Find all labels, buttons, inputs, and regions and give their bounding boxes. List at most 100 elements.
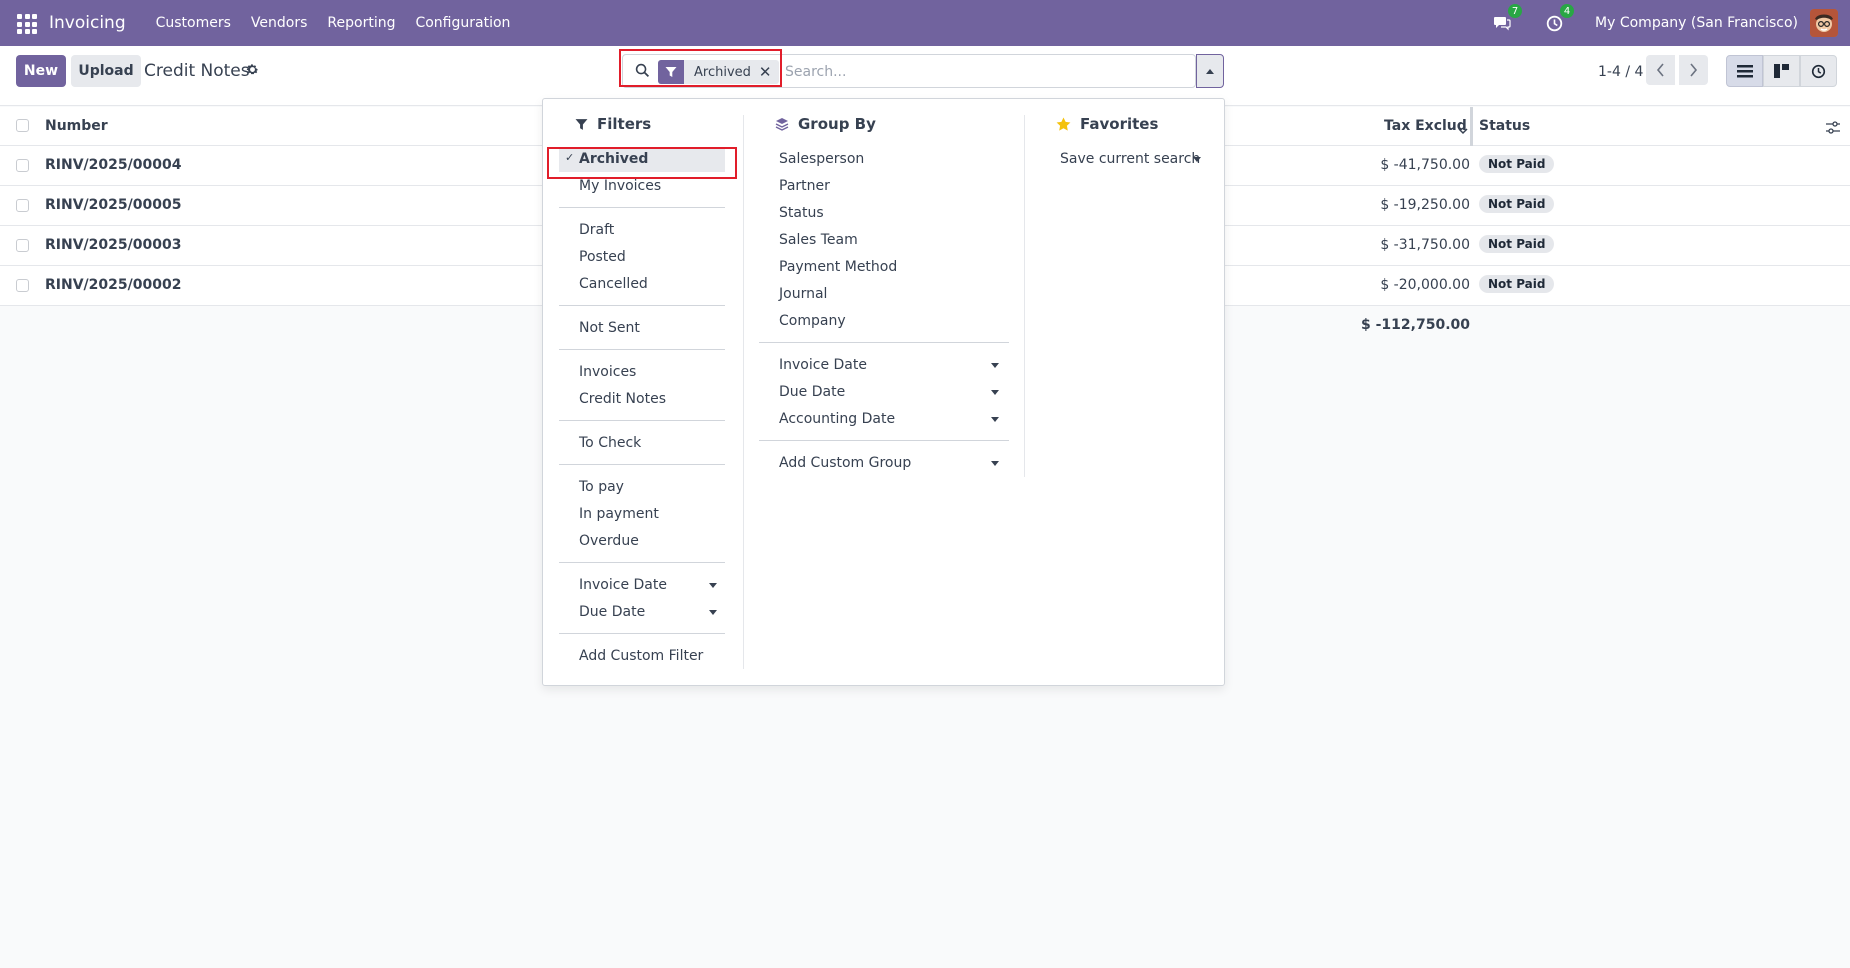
row-number: RINV/2025/00005 xyxy=(45,197,182,213)
divider xyxy=(559,464,725,465)
column-status[interactable]: Status xyxy=(1479,118,1530,134)
row-number: RINV/2025/00004 xyxy=(45,157,182,173)
filter-not-sent[interactable]: Not Sent xyxy=(579,320,640,336)
select-all-checkbox[interactable] xyxy=(16,119,29,132)
app-name[interactable]: Invoicing xyxy=(49,13,126,33)
facet-label: Archived xyxy=(694,64,751,80)
divider xyxy=(559,562,725,563)
divider xyxy=(559,633,725,634)
status-badge: Not Paid xyxy=(1479,235,1555,253)
menu-configuration[interactable]: Configuration xyxy=(405,15,520,31)
menu-reporting[interactable]: Reporting xyxy=(317,15,405,31)
remove-facet-icon[interactable]: ✕ xyxy=(759,63,780,81)
activity-view-button[interactable] xyxy=(1800,55,1837,87)
toggle-search-panel-button[interactable] xyxy=(1196,54,1224,88)
filter-to-pay[interactable]: To pay xyxy=(579,479,624,495)
add-custom-group[interactable]: Add Custom Group xyxy=(779,455,911,471)
new-button[interactable]: New xyxy=(16,55,66,87)
divider xyxy=(559,207,725,208)
filter-invoices[interactable]: Invoices xyxy=(579,364,636,380)
filter-cancelled[interactable]: Cancelled xyxy=(579,276,648,292)
activities-count-badge: 4 xyxy=(1560,4,1575,18)
column-tax-excluded[interactable]: Tax Exclud xyxy=(1384,118,1467,134)
search-icon[interactable] xyxy=(635,63,650,82)
group-journal[interactable]: Journal xyxy=(779,286,827,302)
column-resize-handle[interactable] xyxy=(1470,107,1473,146)
apps-menu-icon[interactable] xyxy=(15,12,37,34)
messages-count-badge: 7 xyxy=(1508,4,1523,18)
activities-clock-icon[interactable]: 4 xyxy=(1543,4,1575,34)
filter-invoice-date[interactable]: Invoice Date xyxy=(579,577,667,593)
search-panel-dropdown: Filters ✓ Archived My Invoices Draft Pos… xyxy=(542,98,1225,686)
divider xyxy=(759,342,1009,343)
row-checkbox[interactable] xyxy=(16,199,29,212)
caret-down-icon[interactable] xyxy=(991,417,999,422)
group-accounting-date[interactable]: Accounting Date xyxy=(779,411,895,427)
filter-archived[interactable]: Archived xyxy=(579,151,648,167)
group-sales-team[interactable]: Sales Team xyxy=(779,232,858,248)
messages-icon[interactable]: 7 xyxy=(1491,4,1523,34)
systray: 7 4 My Company (San Francisco) xyxy=(1491,4,1838,37)
filter-in-payment[interactable]: In payment xyxy=(579,506,659,522)
group-invoice-date[interactable]: Invoice Date xyxy=(779,357,867,373)
optional-columns-icon[interactable] xyxy=(1826,119,1840,138)
caret-down-icon[interactable] xyxy=(709,583,717,588)
filter-my-invoices[interactable]: My Invoices xyxy=(579,178,661,194)
filter-icon xyxy=(658,60,684,84)
filter-draft[interactable]: Draft xyxy=(579,222,614,238)
group-partner[interactable]: Partner xyxy=(779,178,830,194)
row-number: RINV/2025/00002 xyxy=(45,277,182,293)
pager-next-button[interactable] xyxy=(1679,55,1708,85)
row-amount: $ -19,250.00 xyxy=(1380,197,1470,213)
group-salesperson[interactable]: Salesperson xyxy=(779,151,864,167)
archived-filter-facet: Archived ✕ xyxy=(658,60,780,84)
filters-header: Filters xyxy=(575,113,651,135)
list-total: $ -112,750.00 xyxy=(1361,317,1470,333)
search-input[interactable] xyxy=(785,61,1175,83)
row-checkbox[interactable] xyxy=(16,159,29,172)
pager-previous-button[interactable] xyxy=(1646,55,1675,85)
pager-value[interactable]: 1-4 / 4 xyxy=(1598,64,1643,80)
column-number[interactable]: Number xyxy=(45,118,108,134)
caret-down-icon[interactable] xyxy=(709,610,717,615)
caret-down-icon[interactable] xyxy=(1193,157,1201,162)
company-switcher[interactable]: My Company (San Francisco) xyxy=(1595,15,1798,31)
add-custom-filter[interactable]: Add Custom Filter xyxy=(579,648,703,664)
group-by-title: Group By xyxy=(798,115,876,133)
search-bar[interactable]: Archived ✕ xyxy=(622,54,1196,88)
row-checkbox[interactable] xyxy=(16,239,29,252)
menu-vendors[interactable]: Vendors xyxy=(241,15,317,31)
group-status[interactable]: Status xyxy=(779,205,824,221)
filter-posted[interactable]: Posted xyxy=(579,249,626,265)
save-current-search[interactable]: Save current search xyxy=(1060,151,1200,167)
caret-down-icon[interactable] xyxy=(991,363,999,368)
row-number: RINV/2025/00003 xyxy=(45,237,182,253)
layers-icon xyxy=(775,118,789,131)
kanban-view-button[interactable] xyxy=(1763,55,1800,87)
group-due-date[interactable]: Due Date xyxy=(779,384,845,400)
divider xyxy=(559,420,725,421)
filter-overdue[interactable]: Overdue xyxy=(579,533,639,549)
upload-button[interactable]: Upload xyxy=(71,55,141,87)
list-view-button[interactable] xyxy=(1726,55,1763,87)
row-amount: $ -41,750.00 xyxy=(1380,157,1470,173)
page-title[interactable]: Credit Notes xyxy=(144,61,250,81)
user-avatar[interactable] xyxy=(1810,9,1838,37)
caret-down-icon[interactable] xyxy=(991,461,999,466)
top-navbar: Invoicing Customers Vendors Reporting Co… xyxy=(0,0,1850,46)
filter-to-check[interactable]: To Check xyxy=(579,435,641,451)
group-by-header: Group By xyxy=(775,113,876,135)
caret-down-icon[interactable] xyxy=(991,390,999,395)
filter-credit-notes[interactable]: Credit Notes xyxy=(579,391,666,407)
filter-icon xyxy=(575,118,588,130)
group-payment-method[interactable]: Payment Method xyxy=(779,259,897,275)
column-divider xyxy=(1024,115,1025,477)
group-company[interactable]: Company xyxy=(779,313,846,329)
row-checkbox[interactable] xyxy=(16,279,29,292)
check-icon: ✓ xyxy=(565,151,575,164)
filter-due-date[interactable]: Due Date xyxy=(579,604,645,620)
status-badge: Not Paid xyxy=(1479,195,1555,213)
menu-customers[interactable]: Customers xyxy=(146,15,241,31)
sort-chevron-down-icon[interactable] xyxy=(1458,120,1468,139)
gear-icon[interactable] xyxy=(246,63,259,80)
